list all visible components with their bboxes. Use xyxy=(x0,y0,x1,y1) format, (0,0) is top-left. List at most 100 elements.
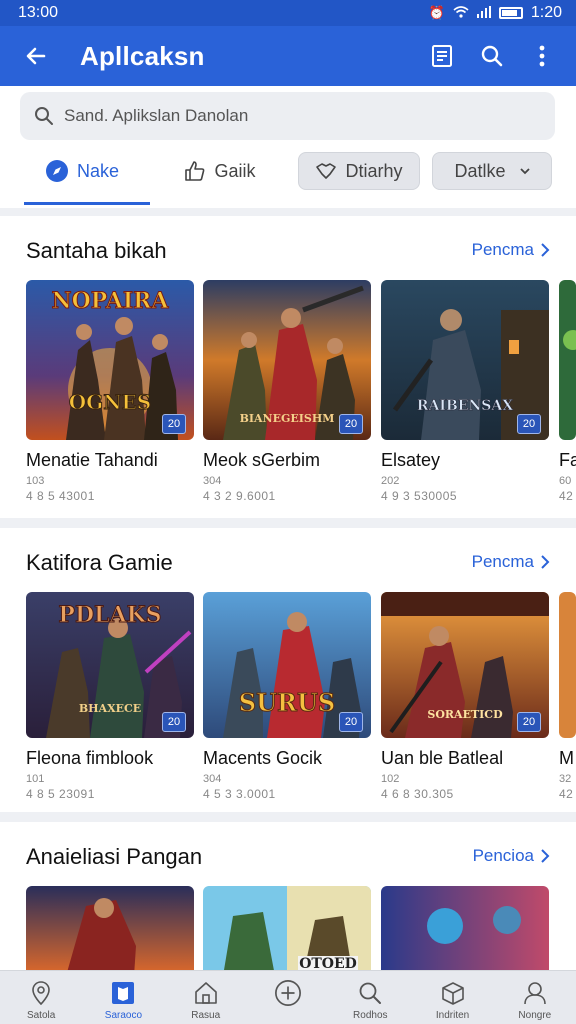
section-featured: Santaha bikah Pencma NOPAIRA OGNES 20 Me… xyxy=(0,216,576,518)
see-more-label: Pencma xyxy=(471,552,534,571)
nav-item-rasua[interactable]: Rasua xyxy=(165,971,247,1024)
see-more-link[interactable]: Pencma xyxy=(472,552,550,572)
app-card[interactable]: BIANEGEISHM 20 Meok sGerbim 304 4 3 2 9.… xyxy=(203,280,371,503)
chevron-down-icon xyxy=(519,167,530,175)
nav-label: Rasua xyxy=(191,1010,221,1021)
app-name: Fleona fimblook xyxy=(26,748,154,768)
game-thumbnail: BIANEGEISHM 20 xyxy=(203,280,371,440)
game-thumbnail: PDLAKS BHAXECE 20 xyxy=(26,592,194,738)
app-bar: Apllcaksn xyxy=(0,26,576,86)
thumbnail-subtitle: OTOED xyxy=(298,956,358,970)
see-more-link[interactable]: Pencioa xyxy=(473,846,550,866)
nav-item-rodhos[interactable]: Rodhos xyxy=(329,971,411,1024)
tab-label: Gaiik xyxy=(214,160,256,181)
compass-icon xyxy=(45,159,69,183)
battery-icon xyxy=(498,7,523,19)
rating-badge: 20 xyxy=(517,414,541,434)
search-input[interactable]: Sand. Aplikslan Danolan xyxy=(20,92,555,140)
status-time-left: 13:00 xyxy=(18,4,59,21)
header-panel: Sand. Aplikslan Danolan Nake Gaiik Dtiar… xyxy=(0,86,576,208)
app-sub: 32 xyxy=(559,773,572,785)
tab-gaiik[interactable]: Gaiik xyxy=(176,152,264,190)
list-view-button[interactable] xyxy=(424,38,460,74)
back-button[interactable] xyxy=(16,36,56,76)
section-title: Santaha bikah xyxy=(26,238,167,263)
tab-nake[interactable]: Nake xyxy=(42,152,122,190)
see-more-link[interactable]: Pencma xyxy=(472,240,550,260)
active-tab-indicator xyxy=(24,202,150,205)
tab-datlke-dropdown[interactable]: Datlke xyxy=(432,152,552,190)
nav-item-saraoco[interactable]: Saraoco xyxy=(82,971,164,1024)
app-meta: 4 6 8 30.305 xyxy=(381,787,454,801)
alarm-icon: ⏰ xyxy=(428,5,445,20)
nav-label: Indriten xyxy=(435,1010,470,1021)
thumbs-up-icon xyxy=(184,160,206,182)
app-name: Macents Gocik xyxy=(203,748,323,768)
app-card[interactable]: NOPAIRA OGNES 20 Menatie Tahandi 103 4 8… xyxy=(26,280,194,503)
app-card-partial[interactable]: Fa 60 42 xyxy=(559,280,576,503)
chevron-right-icon xyxy=(541,849,550,863)
person-icon xyxy=(521,979,549,1007)
game-thumbnail: SORAETICD 20 xyxy=(381,592,549,738)
wifi-icon xyxy=(453,5,469,21)
chevron-right-icon xyxy=(541,555,550,569)
app-card[interactable]: RAIBENSAX 20 Elsatey 202 4 9 3 530005 xyxy=(381,280,549,503)
app-meta: 4 3 2 9.6001 xyxy=(203,489,276,503)
app-card[interactable] xyxy=(381,886,549,970)
see-more-label: Pencma xyxy=(471,240,534,259)
nav-label: Saraoco xyxy=(104,1010,143,1021)
app-meta: 4 8 5 43001 xyxy=(26,489,95,503)
nav-label: Satola xyxy=(26,1010,56,1021)
app-sub: 202 xyxy=(381,475,400,487)
bottom-navigation: Satola Saraoco Rasua Rodhos Indriten Non… xyxy=(0,970,576,1024)
app-card[interactable]: OTOED xyxy=(203,886,371,970)
app-meta: 4 9 3 530005 xyxy=(381,489,458,503)
page-title: Apllcaksn xyxy=(80,40,205,71)
plus-circle-icon xyxy=(274,979,302,1007)
nav-item-satola[interactable]: Satola xyxy=(0,971,82,1024)
nav-label: Rodhos xyxy=(353,1010,388,1021)
box-icon xyxy=(439,979,467,1007)
app-meta: 42 xyxy=(559,787,574,801)
app-card[interactable]: PDLAKS BHAXECE 20 Fleona fimblook 101 4 … xyxy=(26,592,194,801)
app-card[interactable] xyxy=(26,886,194,970)
nav-item-nongre[interactable]: Nongre xyxy=(494,971,576,1024)
tab-label: Dtiarhy xyxy=(345,160,403,181)
app-sub: 304 xyxy=(203,475,222,487)
handshake-icon xyxy=(315,161,337,181)
nav-item-indriten[interactable]: Indriten xyxy=(411,971,493,1024)
tab-dtiarhy[interactable]: Dtiarhy xyxy=(298,152,420,190)
app-name: Uan ble Batleal xyxy=(381,748,504,768)
app-card-partial[interactable]: M 32 42 xyxy=(559,592,576,801)
signal-icon xyxy=(476,5,491,21)
see-more-label: Pencioa xyxy=(472,846,534,865)
search-icon xyxy=(35,107,53,125)
app-meta: 42 xyxy=(559,489,574,503)
app-sub: 102 xyxy=(381,773,400,785)
game-thumbnail xyxy=(26,886,194,970)
rating-badge: 20 xyxy=(162,712,186,732)
book-icon xyxy=(109,979,137,1007)
chevron-right-icon xyxy=(541,243,550,257)
game-thumbnail xyxy=(381,886,549,970)
search-placeholder: Sand. Aplikslan Danolan xyxy=(64,106,249,125)
more-options-button[interactable] xyxy=(524,38,560,74)
app-name: Fa xyxy=(559,450,576,470)
app-sub: 60 xyxy=(559,475,572,487)
rating-badge: 20 xyxy=(339,414,363,434)
app-sub: 103 xyxy=(26,475,45,487)
app-name: M xyxy=(559,748,574,768)
game-thumbnail: OTOED xyxy=(203,886,371,970)
app-card[interactable]: SURUS 20 Macents Gocik 304 4 5 3 3.0001 xyxy=(203,592,371,801)
thumbnail-title: PDLAKS xyxy=(58,602,162,629)
app-name: Elsatey xyxy=(381,450,441,470)
map-pin-icon xyxy=(27,979,55,1007)
section-title: Anaieliasi Pangan xyxy=(26,844,203,869)
thumbnail-title: NOPAIRA xyxy=(51,288,169,315)
app-search-button[interactable] xyxy=(474,38,510,74)
nav-item-add[interactable] xyxy=(247,971,329,1024)
app-sub: 304 xyxy=(203,773,222,785)
app-card[interactable]: SORAETICD 20 Uan ble Batleal 102 4 6 8 3… xyxy=(381,592,549,801)
nav-label: Nongre xyxy=(518,1010,552,1021)
app-name: Menatie Tahandi xyxy=(26,450,158,470)
